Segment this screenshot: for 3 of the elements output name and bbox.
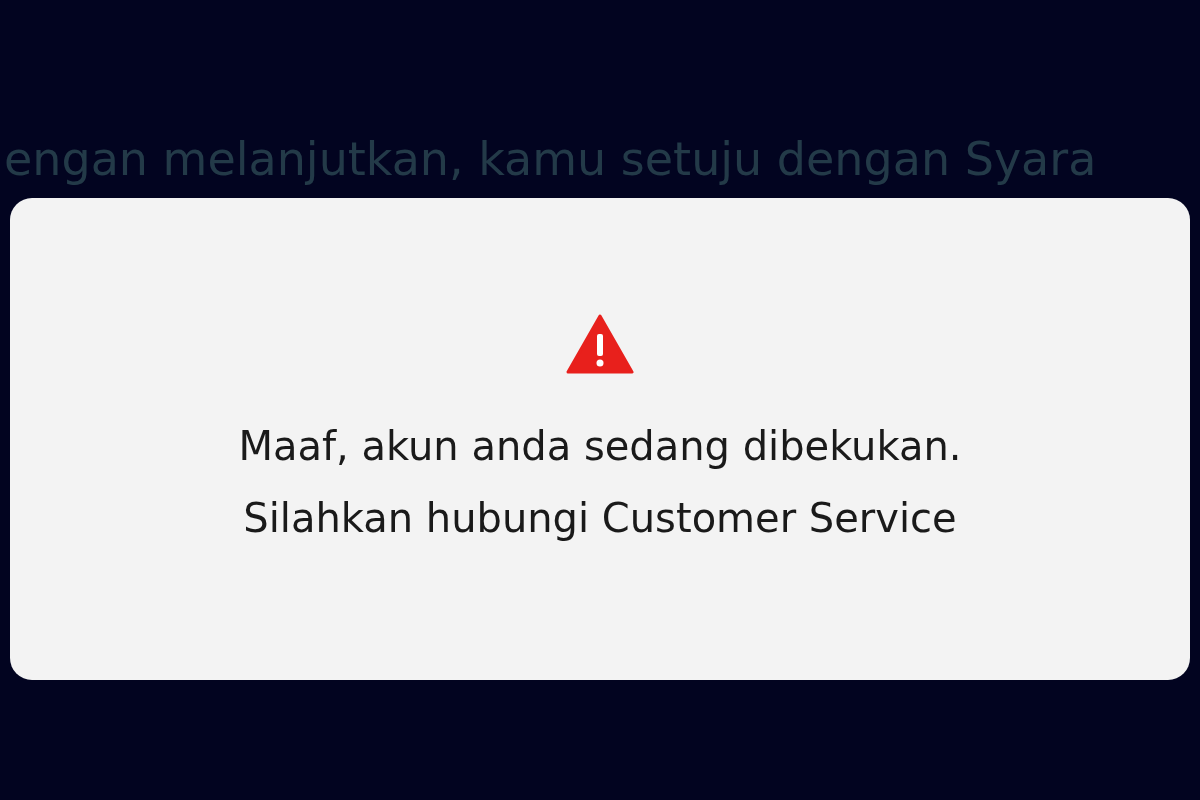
message-text: Silahkan hubungi Customer Service	[243, 494, 957, 543]
message-text: Maaf, akun anda sedang dibekukan.	[238, 422, 962, 471]
warning-icon	[566, 314, 634, 374]
